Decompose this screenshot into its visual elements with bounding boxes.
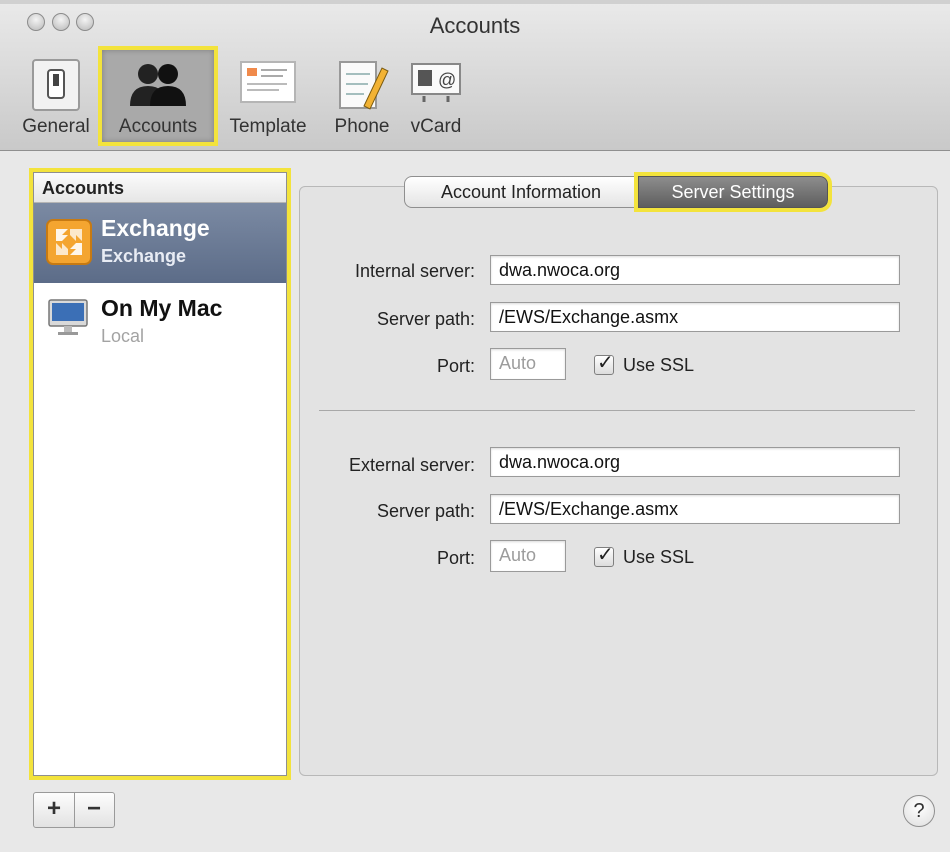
toolbar-vcard[interactable]: @ vCard [402,50,470,142]
window-title: Accounts [429,13,521,38]
toolbar-phone-label: Phone [334,116,390,137]
toolbar-template[interactable]: Template [222,50,314,142]
internal-path-label: Server path: [376,309,475,329]
internal-ssl-label: Use SSL [623,355,695,375]
svg-text:@: @ [438,70,456,90]
add-account-button[interactable]: + [34,793,75,827]
template-icon [239,58,297,111]
external-server-field[interactable]: dwa.nwoca.org [490,447,900,477]
title-toolbar: Accounts General Accounts Template Phone… [0,4,950,151]
remove-account-button[interactable]: − [74,793,114,827]
switch-icon [31,58,81,117]
account-type: Local [101,326,145,346]
imac-icon [48,299,88,342]
notepad-pencil-icon [334,58,390,117]
internal-path-field[interactable]: /EWS/Exchange.asmx [490,302,900,332]
accounts-list: Accounts Exchange Exchange On My Mac Loc… [29,168,291,780]
account-name: On My Mac [101,295,223,321]
add-remove-buttons: + − [33,792,115,828]
tab-bar: Account Information Server Settings [404,172,832,212]
section-divider [319,410,915,411]
tab-server-settings[interactable]: Server Settings [634,172,832,212]
account-item-on-my-mac[interactable]: On My Mac Local [34,283,286,363]
help-button[interactable]: ? [903,795,935,827]
vcard-icon: @ [408,58,464,111]
toolbar-phone[interactable]: Phone [326,50,398,142]
accounts-list-header: Accounts [34,173,286,203]
toolbar-general-label: General [22,116,90,137]
external-server-label: External server: [348,455,475,475]
toolbar-general[interactable]: General [14,50,98,142]
external-path-label: Server path: [376,501,475,521]
external-path-field[interactable]: /EWS/Exchange.asmx [490,494,900,524]
internal-server-label: Internal server: [354,261,475,281]
checkmark-icon: ✓ [597,544,614,566]
toolbar-vcard-label: vCard [410,116,462,137]
internal-ssl-checkbox[interactable]: ✓ [594,352,614,375]
external-port-label: Port: [436,548,475,568]
exchange-icon [46,219,92,270]
toolbar-accounts-label: Accounts [118,116,198,137]
internal-server-field[interactable]: dwa.nwoca.org [490,255,900,285]
account-item-exchange[interactable]: Exchange Exchange [34,203,286,283]
account-type: Exchange [101,246,187,266]
external-ssl-label: Use SSL [623,547,695,567]
toolbar-accounts[interactable]: Accounts [98,46,218,146]
people-icon [126,58,190,117]
tab-account-information[interactable]: Account Information [404,176,638,208]
toolbar-template-label: Template [229,116,307,137]
checkmark-icon: ✓ [597,352,614,374]
external-ssl-checkbox[interactable]: ✓ [594,544,614,567]
internal-port-label: Port: [436,356,475,376]
account-name: Exchange [101,215,210,241]
internal-port-field[interactable]: Auto [490,348,566,380]
external-port-field[interactable]: Auto [490,540,566,572]
